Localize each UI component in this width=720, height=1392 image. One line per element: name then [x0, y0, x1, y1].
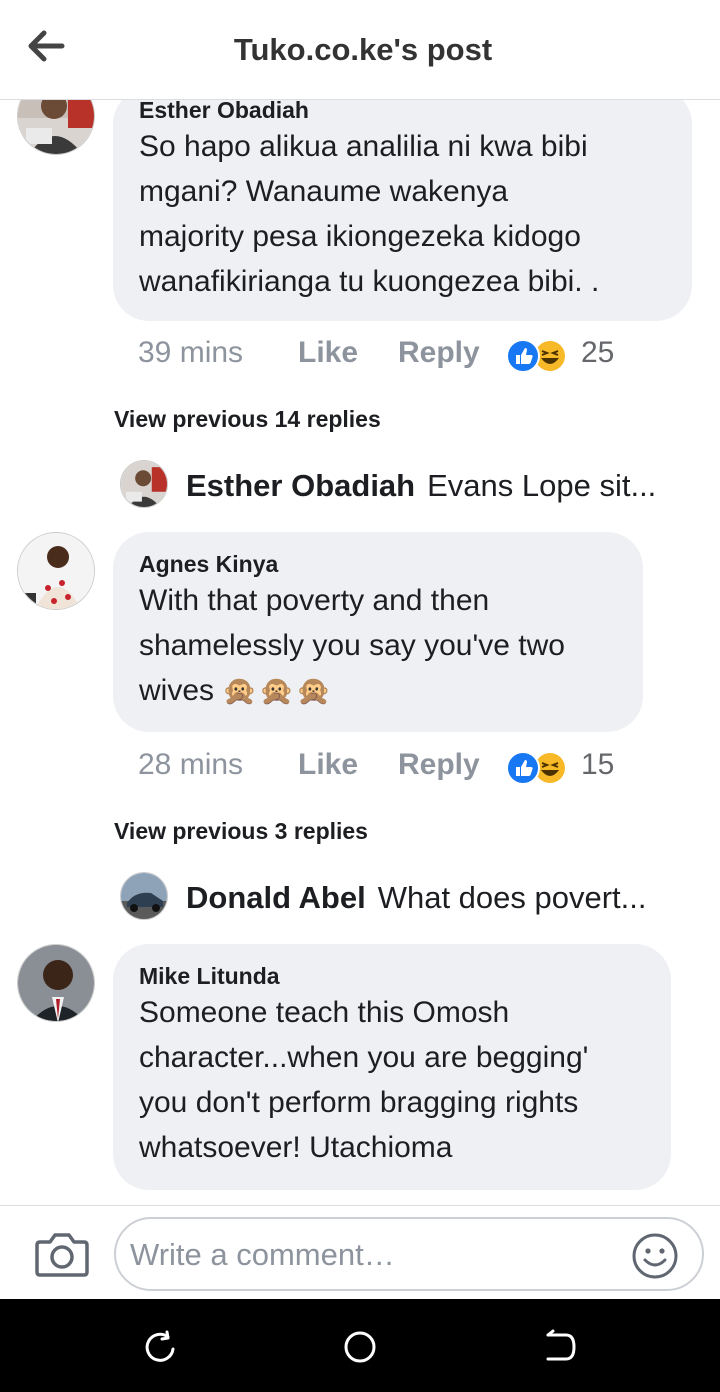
reply-button[interactable]: Reply	[398, 748, 480, 782]
back-icon	[546, 1329, 576, 1361]
reply-author[interactable]: Esther Obadiah	[186, 468, 415, 503]
comment-composer	[0, 1205, 720, 1299]
profile-photo-agnes	[18, 533, 94, 609]
smiley-icon	[632, 1233, 678, 1279]
reply-author[interactable]: Donald Abel	[186, 880, 366, 915]
reply-preview-text: Donald Abel What does povert...	[186, 880, 676, 916]
avatar[interactable]	[17, 100, 95, 155]
comment-input-box[interactable]	[114, 1217, 704, 1291]
profile-photo-donald	[121, 873, 167, 919]
emoji-button[interactable]	[630, 1231, 680, 1281]
comment-text-line: whatsoever! Utachioma	[139, 1131, 453, 1164]
comment-meta: 28 mins Like Reply 15	[138, 748, 698, 788]
camera-icon	[35, 1233, 89, 1277]
view-previous-replies[interactable]: View previous 14 replies	[114, 406, 381, 433]
profile-photo-esther	[121, 461, 167, 507]
comment-text-line: character...when you are begging'	[139, 1041, 589, 1074]
speak-no-evil-monkey-emoji: 🙊🙊🙊	[222, 674, 333, 707]
profile-photo-mike	[18, 945, 94, 1021]
home-button[interactable]	[340, 1327, 380, 1367]
view-previous-replies[interactable]: View previous 3 replies	[114, 818, 368, 845]
avatar[interactable]	[17, 944, 95, 1022]
comment-author[interactable]: Agnes Kinya	[139, 550, 617, 578]
comment-text-line: you don't perform bragging rights	[139, 1086, 579, 1119]
comment-meta: 39 mins Like Reply 25	[138, 336, 698, 376]
comment-input[interactable]	[130, 1227, 630, 1283]
page-title: Tuko.co.ke's post	[233, 32, 493, 67]
comment-bubble[interactable]: Agnes Kinya With that poverty and then s…	[113, 532, 643, 732]
comment-text-line: With that poverty and then	[139, 584, 490, 617]
reaction-count[interactable]: 25	[581, 336, 614, 370]
avatar[interactable]	[120, 460, 168, 508]
system-navigation-bar	[0, 1299, 720, 1392]
avatar[interactable]	[120, 872, 168, 920]
comment-text-line: wives 🙊🙊🙊	[139, 668, 617, 713]
avatar[interactable]	[17, 532, 95, 610]
reply-text: Evans Lope sit...	[427, 468, 657, 503]
profile-photo-esther	[18, 100, 94, 154]
comment-bubble[interactable]: Esther Obadiah So hapo alikua analilia n…	[113, 100, 692, 321]
comment-time: 28 mins	[138, 748, 244, 781]
comment-text-line: Someone teach this Omosh	[139, 996, 510, 1029]
comment-author[interactable]: Mike Litunda	[139, 962, 645, 990]
like-reaction-icon	[506, 339, 540, 373]
reactions[interactable]	[506, 338, 568, 374]
recents-icon	[145, 1330, 175, 1362]
like-reaction-icon	[506, 751, 540, 785]
like-button[interactable]: Like	[298, 748, 358, 782]
like-button[interactable]: Like	[298, 336, 358, 370]
comment-text-line: wanafikirianga tu kuongezea bibi. .	[139, 265, 600, 298]
comment-bubble[interactable]: Mike Litunda Someone teach this Omosh ch…	[113, 944, 671, 1190]
recents-button[interactable]	[140, 1327, 180, 1367]
camera-button[interactable]	[34, 1228, 90, 1280]
home-icon	[344, 1331, 376, 1363]
comment-text-line: shamelessly you say you've two	[139, 629, 565, 662]
reply-preview[interactable]: Donald Abel What does povert...	[120, 872, 680, 922]
reply-button[interactable]: Reply	[398, 336, 480, 370]
reply-preview[interactable]: Esther Obadiah Evans Lope sit...	[120, 460, 680, 510]
comments-list[interactable]: Esther Obadiah So hapo alikua analilia n…	[0, 100, 720, 1205]
top-app-bar: Tuko.co.ke's post	[0, 0, 720, 100]
back-nav-button[interactable]	[540, 1327, 580, 1367]
reaction-count[interactable]: 15	[581, 748, 614, 782]
comment-time: 39 mins	[138, 336, 244, 369]
reply-text: What does povert...	[377, 880, 647, 915]
reactions[interactable]	[506, 750, 568, 786]
comment-text-line: mgani? Wanaume wakenya	[139, 175, 509, 208]
comment-author[interactable]: Esther Obadiah	[139, 100, 666, 124]
reply-preview-text: Esther Obadiah Evans Lope sit...	[186, 468, 676, 504]
comment-text-line: So hapo alikua analilia ni kwa bibi	[139, 130, 588, 163]
comment-text-line: majority pesa ikiongezeka kidogo	[139, 220, 581, 253]
comment-text-fragment: wives	[139, 674, 215, 707]
